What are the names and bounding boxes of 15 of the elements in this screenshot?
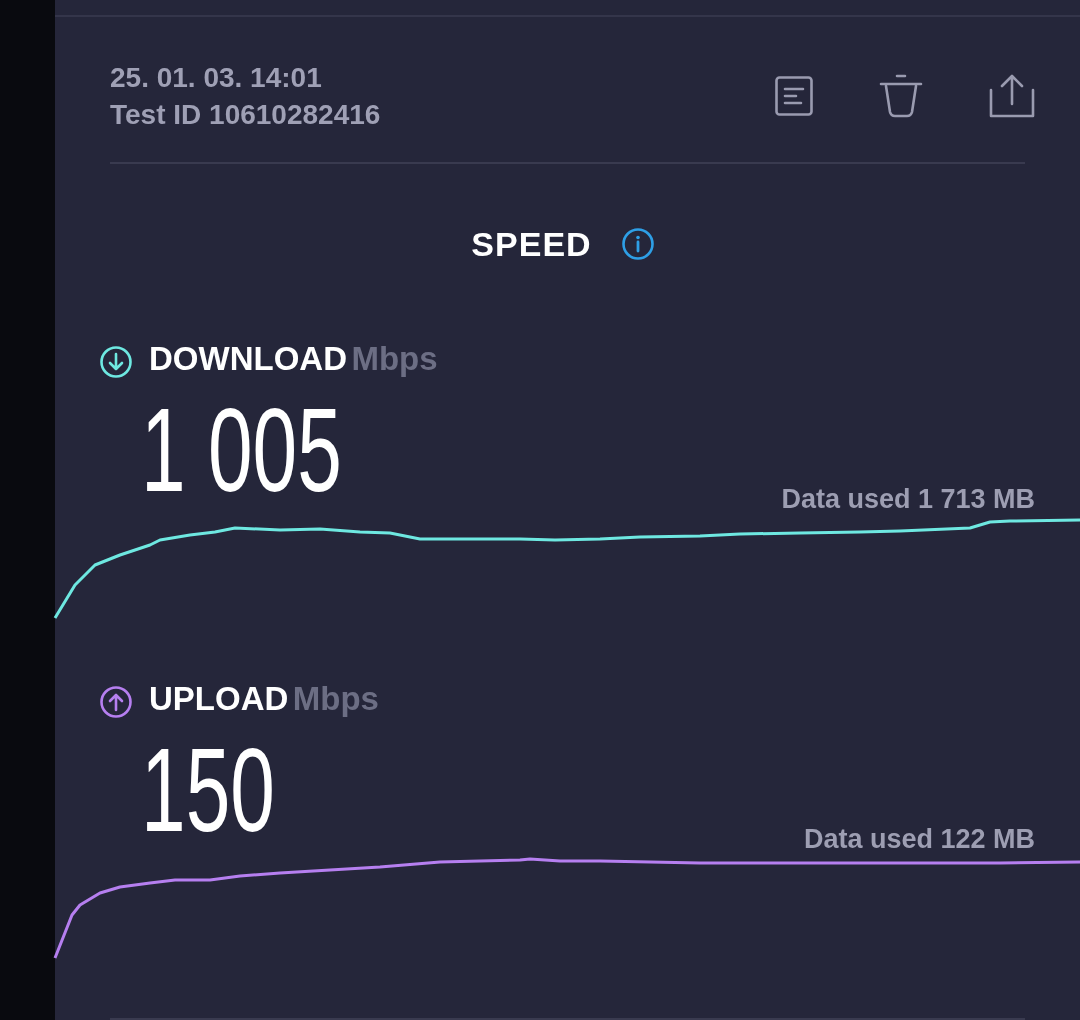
metric-label: DOWNLOAD xyxy=(149,340,347,377)
document-icon[interactable] xyxy=(775,76,813,116)
data-used-text: Data used 122 MB xyxy=(803,823,1035,855)
metric-label: UPLOAD xyxy=(149,680,289,717)
section-title: SPEED xyxy=(471,224,592,264)
data-used-text: Data used 1 713 MB xyxy=(781,483,1035,515)
speed-value: 1 005 xyxy=(141,391,342,509)
unit-label: Mbps xyxy=(292,680,379,717)
trash-icon[interactable] xyxy=(879,74,923,118)
unit-label: Mbps xyxy=(351,340,438,377)
test-id: Test ID 10610282416 xyxy=(110,98,381,132)
test-date: 25. 01. 03. 14:01 xyxy=(110,61,323,95)
info-icon[interactable] xyxy=(621,228,654,260)
speed-value: 150 xyxy=(141,731,275,849)
share-icon[interactable] xyxy=(989,74,1035,118)
